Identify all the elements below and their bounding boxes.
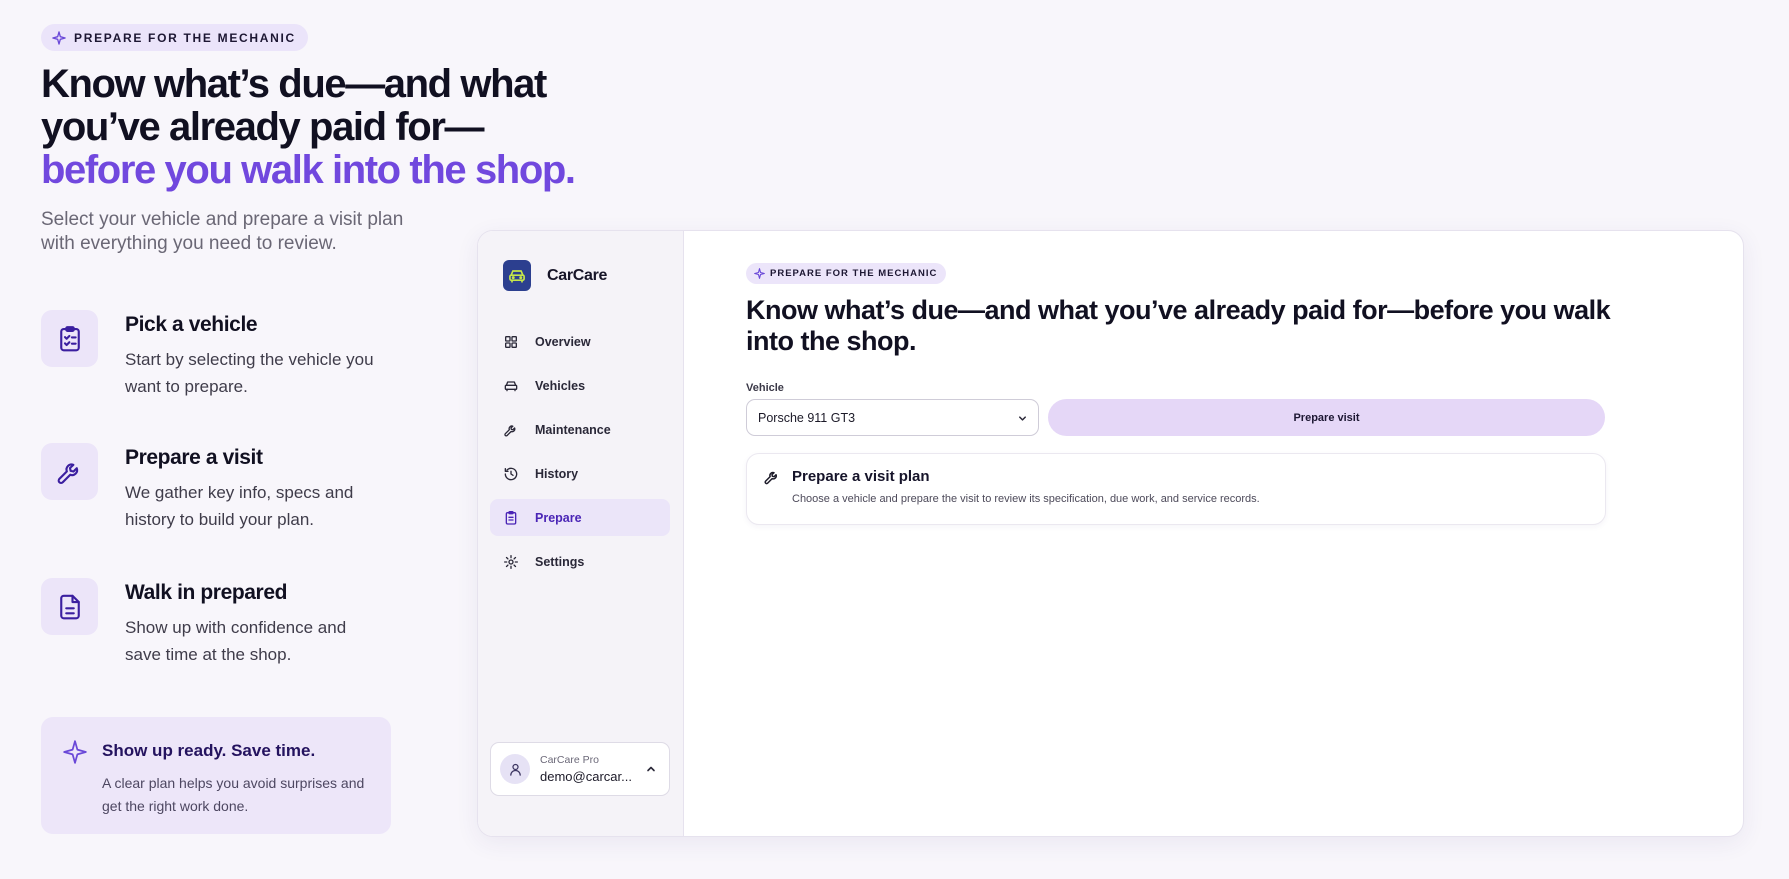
sidebar-item-label: Maintenance bbox=[535, 422, 611, 437]
card-title: Prepare a visit plan bbox=[792, 468, 930, 485]
eyebrow-badge: PREPARE FOR THE MECHANIC bbox=[746, 263, 947, 284]
page-title: Know what’s due—and what you’ve already … bbox=[746, 295, 1611, 356]
promo-title: Show up ready. Save time. bbox=[102, 741, 316, 760]
brand-name: CarCare bbox=[547, 266, 608, 284]
eyebrow-badge: PREPARE FOR THE MECHANIC bbox=[41, 24, 308, 51]
sidebar-item-prepare[interactable]: Prepare bbox=[490, 499, 670, 536]
vehicle-label: Vehicle bbox=[746, 382, 784, 394]
sparkle-icon bbox=[754, 268, 765, 279]
hero-subtitle: Select your vehicle and prepare a visit … bbox=[41, 209, 404, 254]
feature-prepare-visit: Prepare a visit We gather key info, spec… bbox=[41, 443, 375, 533]
eyebrow-text: PREPARE FOR THE MECHANIC bbox=[74, 30, 296, 45]
wrench-icon bbox=[764, 471, 777, 485]
history-icon bbox=[504, 467, 518, 480]
user-plan: CarCare Pro bbox=[540, 754, 599, 766]
wrench-icon bbox=[57, 462, 78, 484]
headline-line-1: Know what’s due—and what bbox=[41, 62, 547, 106]
grid-icon bbox=[505, 335, 517, 348]
feature-description: Show up with confidence and save time at… bbox=[125, 618, 347, 664]
eyebrow-text: PREPARE FOR THE MECHANIC bbox=[770, 268, 938, 279]
sparkle-icon bbox=[63, 740, 87, 764]
hero-section: PREPARE FOR THE MECHANIC Know what’s due… bbox=[41, 24, 576, 256]
feature-description: We gather key info, specs and history to… bbox=[125, 483, 354, 529]
prepare-visit-button[interactable]: Prepare visit bbox=[1048, 399, 1605, 436]
sparkle-icon bbox=[52, 30, 66, 45]
card-description: Choose a vehicle and prepare the visit t… bbox=[792, 493, 1260, 505]
feature-title: Prepare a visit bbox=[125, 446, 263, 469]
sidebar-item-label: Vehicles bbox=[535, 378, 586, 393]
sidebar-item-maintenance[interactable]: Maintenance bbox=[490, 411, 670, 448]
chevron-down-icon bbox=[1019, 416, 1026, 421]
clipboard-check-icon bbox=[59, 325, 80, 351]
app-window: CarCare Overview Vehicles Maintenance Hi… bbox=[477, 230, 1744, 837]
sidebar-nav: Overview Vehicles Maintenance History Pr… bbox=[490, 323, 670, 587]
vehicle-select[interactable]: Porsche 911 GT3 bbox=[746, 399, 1039, 436]
promo-card: Show up ready. Save time. A clear plan h… bbox=[41, 717, 391, 834]
vehicle-select-value: Porsche 911 GT3 bbox=[758, 410, 856, 425]
feature-description: Start by selecting the vehicle you want … bbox=[125, 350, 374, 396]
sidebar-item-history[interactable]: History bbox=[490, 455, 670, 492]
sidebar-item-settings[interactable]: Settings bbox=[490, 543, 670, 580]
feature-title: Walk in prepared bbox=[125, 581, 288, 604]
user-icon bbox=[509, 763, 521, 776]
feature-icon-box bbox=[41, 310, 98, 367]
sidebar-item-label: History bbox=[535, 466, 579, 481]
sidebar-item-overview[interactable]: Overview bbox=[490, 323, 670, 360]
feature-icon-box bbox=[41, 443, 98, 500]
sidebar-item-label: Prepare bbox=[535, 510, 582, 525]
promo-description: A clear plan helps you avoid surprises a… bbox=[102, 775, 365, 814]
car-logo-icon bbox=[503, 260, 531, 291]
document-icon bbox=[59, 594, 80, 619]
car-icon bbox=[504, 380, 518, 391]
hero-headline: Know what’s due—and what you’ve already … bbox=[41, 63, 601, 192]
brand[interactable]: CarCare bbox=[503, 260, 607, 291]
wrench-icon bbox=[504, 424, 516, 436]
gear-icon bbox=[504, 554, 518, 569]
feature-pick-vehicle: Pick a vehicle Start by selecting the ve… bbox=[41, 310, 375, 400]
avatar bbox=[500, 754, 530, 784]
sidebar: CarCare Overview Vehicles Maintenance Hi… bbox=[478, 231, 684, 836]
main-content: PREPARE FOR THE MECHANIC Know what’s due… bbox=[684, 231, 1743, 836]
visit-plan-card: Prepare a visit plan Choose a vehicle an… bbox=[746, 453, 1606, 525]
sidebar-item-label: Settings bbox=[535, 554, 585, 569]
user-account-menu[interactable]: CarCare Pro demo@carcar... bbox=[490, 742, 670, 796]
feature-icon-box bbox=[41, 578, 98, 635]
feature-title: Pick a vehicle bbox=[125, 313, 258, 336]
chevron-up-icon bbox=[647, 766, 655, 772]
user-email: demo@carcar... bbox=[540, 769, 632, 784]
headline-line-2: you’ve already paid for— bbox=[41, 105, 485, 149]
sidebar-item-vehicles[interactable]: Vehicles bbox=[490, 367, 670, 404]
feature-walk-in-prepared: Walk in prepared Show up with confidence… bbox=[41, 578, 375, 668]
clipboard-icon bbox=[505, 510, 517, 525]
sidebar-item-label: Overview bbox=[535, 334, 591, 349]
headline-accent: before you walk into the shop. bbox=[41, 148, 576, 192]
